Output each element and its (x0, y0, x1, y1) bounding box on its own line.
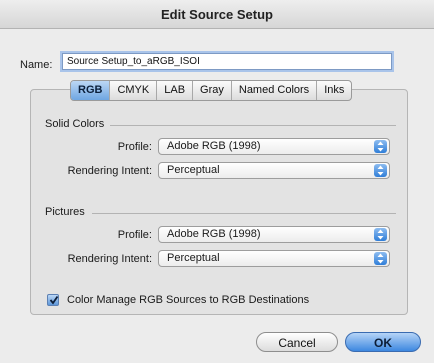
pictures-heading: Pictures (45, 206, 85, 218)
cancel-button[interactable]: Cancel (256, 332, 338, 352)
name-label: Name: (20, 59, 53, 71)
pictures-profile-popup[interactable]: Adobe RGB (1998) (158, 226, 390, 243)
name-input[interactable] (62, 53, 392, 70)
checkmark-icon (49, 295, 59, 305)
solid-profile-label: Profile: (117, 141, 152, 153)
solid-intent-value: Perceptual (167, 164, 220, 176)
solid-colors-heading: Solid Colors (45, 118, 105, 130)
color-manage-checkbox[interactable] (47, 294, 59, 306)
tab-named-colors[interactable]: Named Colors (232, 81, 318, 100)
pictures-intent-value: Perceptual (167, 252, 220, 264)
tab-rgb[interactable]: RGB (71, 81, 111, 100)
tab-cmyk[interactable]: CMYK (110, 81, 158, 100)
pictures-intent-popup[interactable]: Perceptual (158, 250, 390, 267)
ok-button[interactable]: OK (345, 332, 421, 352)
solid-profile-value: Adobe RGB (1998) (167, 140, 261, 152)
solid-profile-popup[interactable]: Adobe RGB (1998) (158, 138, 390, 155)
pictures-intent-label: Rendering Intent: (67, 253, 152, 265)
up-down-arrows-icon (374, 140, 387, 153)
tab-lab[interactable]: LAB (157, 81, 194, 100)
edit-source-setup-dialog: Edit Source Setup Name: RGB CMYK LAB Gra… (0, 0, 434, 363)
solid-colors-divider (110, 125, 396, 126)
up-down-arrows-icon (374, 228, 387, 241)
tab-bar: RGB CMYK LAB Gray Named Colors Inks (70, 80, 353, 101)
solid-intent-popup[interactable]: Perceptual (158, 162, 390, 179)
tab-gray[interactable]: Gray (193, 81, 232, 100)
solid-intent-label: Rendering Intent: (67, 165, 152, 177)
title-bar[interactable]: Edit Source Setup (0, 0, 434, 29)
pictures-profile-label: Profile: (117, 229, 152, 241)
up-down-arrows-icon (374, 252, 387, 265)
window-title: Edit Source Setup (161, 7, 273, 22)
pictures-divider (92, 213, 396, 214)
color-manage-label[interactable]: Color Manage RGB Sources to RGB Destinat… (67, 294, 309, 306)
pictures-profile-value: Adobe RGB (1998) (167, 228, 261, 240)
up-down-arrows-icon (374, 164, 387, 177)
tab-inks[interactable]: Inks (317, 81, 351, 100)
